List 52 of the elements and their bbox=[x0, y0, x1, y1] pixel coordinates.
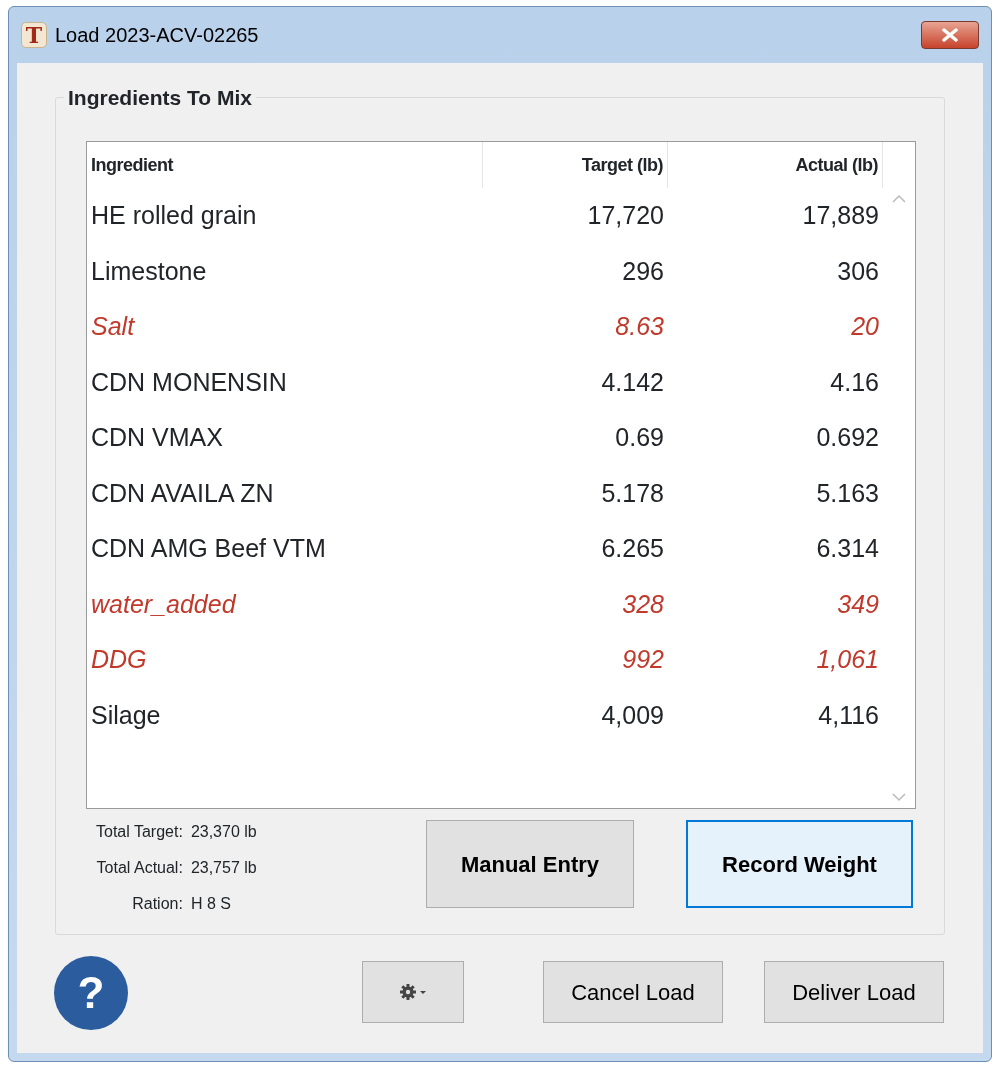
table-cell: 4.16 bbox=[830, 367, 879, 396]
scroll-down-icon[interactable] bbox=[892, 793, 906, 802]
summary-value: 23,370 lb bbox=[190, 822, 257, 842]
table-cell: Limestone bbox=[91, 256, 207, 285]
settings-icon bbox=[398, 982, 428, 1002]
table-cell: 992 bbox=[622, 645, 664, 673]
table-cell: 17,720 bbox=[587, 201, 664, 229]
summary-label: Total Target: bbox=[96, 822, 183, 842]
footer-button[interactable]: Deliver Load bbox=[764, 961, 944, 1023]
table-cell: HE rolled grain bbox=[91, 201, 257, 229]
close-icon bbox=[941, 28, 959, 42]
action-button[interactable]: Record Weight bbox=[686, 820, 913, 908]
table-cell: water_added bbox=[91, 589, 236, 618]
table-cell: DDG bbox=[91, 645, 147, 673]
action-button[interactable]: Manual Entry bbox=[426, 820, 634, 908]
table-cell: 4,009 bbox=[601, 700, 664, 729]
summary-value: 23,757 lb bbox=[190, 858, 257, 878]
column-header[interactable]: Target (lb) bbox=[483, 142, 668, 188]
footer-button[interactable]: Cancel Load bbox=[543, 961, 723, 1023]
table-cell: CDN VMAX bbox=[91, 423, 223, 451]
summary-label: Ration: bbox=[131, 894, 183, 914]
table-cell: Silage bbox=[91, 700, 161, 729]
table-cell: 4,116 bbox=[818, 700, 879, 729]
app-icon: T bbox=[21, 22, 47, 48]
table-cell: CDN AMG Beef VTM bbox=[91, 534, 326, 562]
scroll-up-icon[interactable] bbox=[892, 194, 906, 203]
table-cell: Salt bbox=[91, 312, 135, 340]
table-cell: 0.69 bbox=[615, 423, 664, 451]
table-cell: 296 bbox=[622, 256, 664, 285]
table-cell: 8.63 bbox=[615, 312, 664, 340]
window-title: Load 2023-ACV-02265 bbox=[55, 23, 259, 48]
summary-label: Total Actual: bbox=[96, 858, 183, 878]
table-cell: 1,061 bbox=[816, 645, 879, 673]
table-cell: 0.692 bbox=[816, 423, 879, 451]
table-cell: 306 bbox=[837, 256, 879, 285]
summary-value: H 8 S bbox=[190, 894, 232, 914]
settings-button[interactable] bbox=[362, 961, 464, 1023]
table-cell: 6.265 bbox=[601, 534, 664, 562]
table-cell: 349 bbox=[837, 589, 879, 618]
table-cell: 4.142 bbox=[601, 367, 664, 396]
table-cell: 6.314 bbox=[816, 534, 879, 562]
table-cell: 5.178 bbox=[601, 478, 664, 507]
help-button[interactable]: ? bbox=[54, 956, 128, 1030]
table-cell: 328 bbox=[622, 589, 664, 618]
table-cell: 17,889 bbox=[802, 201, 879, 229]
table-cell: CDN MONENSIN bbox=[91, 367, 287, 396]
table-cell: 5.163 bbox=[816, 478, 879, 507]
close-button[interactable] bbox=[921, 21, 979, 49]
table-cell: 20 bbox=[851, 312, 879, 340]
column-header[interactable]: Ingredient bbox=[87, 142, 483, 188]
column-header[interactable]: Actual (lb) bbox=[668, 142, 883, 188]
table-cell: CDN AVAILA ZN bbox=[91, 478, 274, 507]
